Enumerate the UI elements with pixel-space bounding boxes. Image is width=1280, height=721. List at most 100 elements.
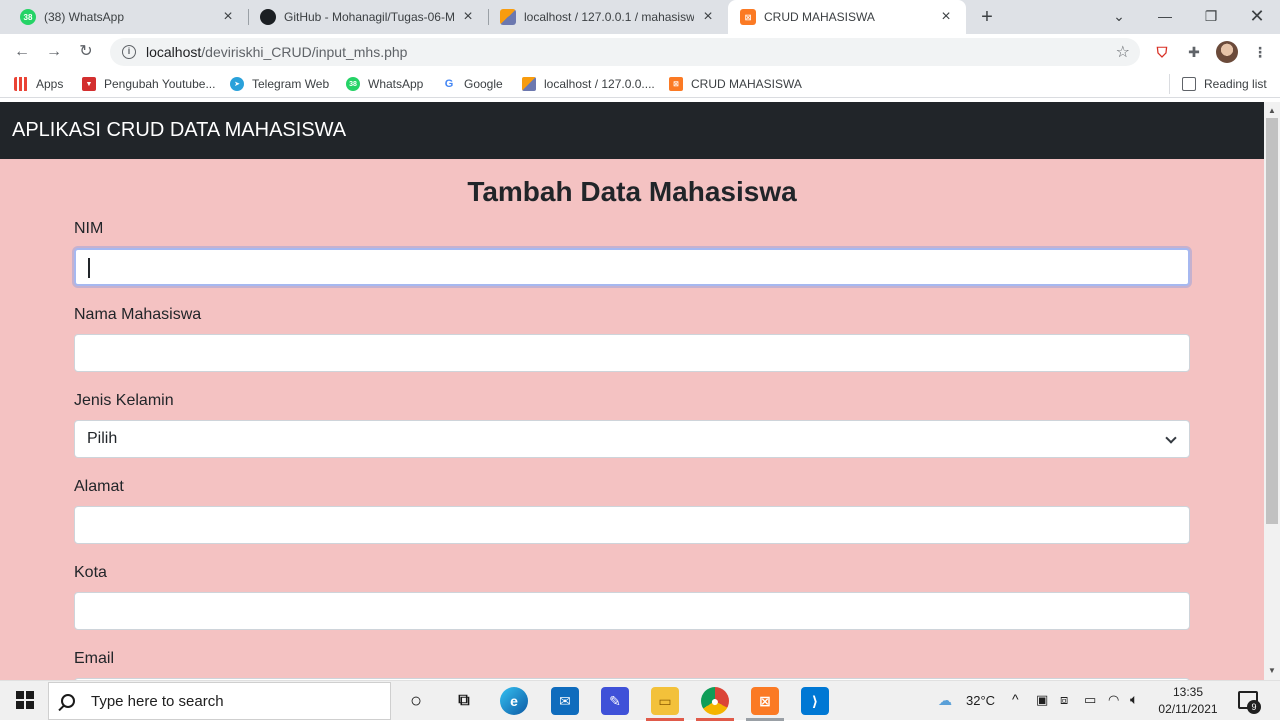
cortana-icon[interactable]: ○ <box>402 687 430 715</box>
app-navbar: APLIKASI CRUD DATA MAHASISWA <box>0 102 1264 159</box>
text-caret <box>88 258 90 278</box>
mail-icon[interactable]: ✉ <box>551 687 579 715</box>
tab-title: GitHub - Mohanagil/Tugas-06-M <box>284 10 454 24</box>
chevron-down-icon <box>1165 432 1177 444</box>
apps-grid-icon <box>14 77 28 91</box>
close-icon[interactable]: × <box>460 8 476 26</box>
site-info-icon[interactable]: i <box>122 45 136 59</box>
close-icon[interactable]: × <box>220 8 236 26</box>
search-placeholder: Type here to search <box>91 692 224 710</box>
bookmark-phpmyadmin[interactable]: localhost / 127.0.0.... <box>522 75 655 93</box>
address-host: localhost <box>146 44 202 60</box>
telegram-icon: ➤ <box>230 77 244 91</box>
jenis-kelamin-label: Jenis Kelamin <box>74 392 174 409</box>
scroll-down-arrow-icon[interactable]: ▼ <box>1264 664 1280 678</box>
weather-temp[interactable]: 32°C <box>966 693 995 708</box>
jenis-kelamin-select[interactable]: Pilih <box>74 420 1190 458</box>
browser-tab-strip: 38 (38) WhatsApp × GitHub - Mohanagil/Tu… <box>0 0 1280 34</box>
profile-avatar[interactable] <box>1216 41 1238 63</box>
close-icon[interactable]: × <box>700 8 716 26</box>
bookmark-youtube-converter[interactable]: ▼ Pengubah Youtube... <box>82 75 215 93</box>
meet-icon[interactable]: ▣ <box>1036 692 1048 708</box>
reload-icon[interactable]: ↻ <box>74 40 98 64</box>
phpmyadmin-icon <box>500 9 516 25</box>
tab-whatsapp[interactable]: 38 (38) WhatsApp × <box>8 0 248 34</box>
taskbar-search-box[interactable]: Type here to search <box>48 682 391 720</box>
code-editor-icon[interactable]: ✎ <box>601 687 629 715</box>
scrollbar-thumb[interactable] <box>1266 118 1278 524</box>
nim-input[interactable] <box>74 248 1190 286</box>
search-icon <box>61 694 75 708</box>
bookmark-label: Pengubah Youtube... <box>104 77 216 91</box>
close-icon[interactable]: × <box>938 8 954 26</box>
wifi-icon[interactable]: ◠ <box>1108 692 1119 708</box>
tab-title: CRUD MAHASISWA <box>764 10 875 24</box>
tab-title: (38) WhatsApp <box>44 10 125 24</box>
file-explorer-icon[interactable]: ▭ <box>651 687 679 715</box>
screen-icon[interactable]: ⧈ <box>1060 692 1068 708</box>
reading-list-icon <box>1182 77 1196 91</box>
tab-search-icon[interactable]: ⌄ <box>1096 0 1142 34</box>
jenis-kelamin-selected: Pilih <box>87 430 118 447</box>
notification-badge: 9 <box>1247 700 1261 714</box>
windows-taskbar: Type here to search ○ ⧉ e ✉ ✎ ▭ ● ⊠ ⟩ ☁ … <box>0 680 1280 721</box>
restore-button[interactable]: ❐ <box>1188 0 1234 34</box>
clock-time: 13:35 <box>1172 685 1204 699</box>
bookmark-crud-mahasiswa[interactable]: ⊠ CRUD MAHASISWA <box>669 75 802 93</box>
whatsapp-icon: 38 <box>346 77 360 91</box>
battery-icon[interactable]: ▭ <box>1084 692 1096 708</box>
bookmark-telegram[interactable]: ➤ Telegram Web <box>230 75 329 93</box>
weather-icon[interactable]: ☁ <box>938 692 952 709</box>
vscode-icon[interactable]: ⟩ <box>801 687 829 715</box>
tab-crud-mahasiswa[interactable]: ⊠ CRUD MAHASISWA × <box>728 0 966 34</box>
page-scrollbar[interactable]: ▲ ▼ <box>1264 102 1280 680</box>
nama-input[interactable] <box>74 334 1190 372</box>
task-view-icon[interactable]: ⧉ <box>450 687 478 715</box>
alamat-input[interactable] <box>74 506 1190 544</box>
chrome-icon[interactable]: ● <box>701 687 729 715</box>
extensions-puzzle-icon[interactable]: ✚ <box>1184 42 1204 62</box>
bookmark-whatsapp[interactable]: 38 WhatsApp <box>346 75 423 93</box>
bookmark-label: WhatsApp <box>368 77 424 91</box>
windows-start-icon[interactable] <box>16 691 34 709</box>
reading-list-label: Reading list <box>1204 77 1267 91</box>
xampp-icon[interactable]: ⊠ <box>751 687 779 715</box>
whatsapp-icon: 38 <box>20 9 36 25</box>
extension-shield-icon[interactable]: ⛉ <box>1152 42 1172 62</box>
back-icon[interactable]: ← <box>10 40 34 64</box>
alamat-label: Alamat <box>74 478 124 495</box>
volume-icon[interactable]: 🔈︎ <box>1130 691 1138 708</box>
nim-label: NIM <box>74 220 104 237</box>
bookmark-star-icon[interactable]: ☆ <box>1116 42 1130 62</box>
bookmark-label: Apps <box>36 77 64 91</box>
tab-github[interactable]: GitHub - Mohanagil/Tugas-06-M × <box>248 0 488 34</box>
edge-browser-icon[interactable]: e <box>500 687 528 715</box>
bookmark-label: Telegram Web <box>252 77 330 91</box>
page-content: APLIKASI CRUD DATA MAHASISWA Tambah Data… <box>0 102 1264 680</box>
clock-date: 02/11/2021 <box>1158 702 1218 716</box>
new-tab-button[interactable]: + <box>974 4 1000 30</box>
address-path: /deviriskhi_CRUD/input_mhs.php <box>201 44 408 60</box>
scroll-up-arrow-icon[interactable]: ▲ <box>1264 104 1280 118</box>
kota-input[interactable] <box>74 592 1190 630</box>
tray-chevron-up-icon[interactable]: ^ <box>1012 691 1019 707</box>
page-title: Tambah Data Mahasiswa <box>467 176 797 207</box>
reading-list-button[interactable]: Reading list <box>1182 75 1267 93</box>
app-brand[interactable]: APLIKASI CRUD DATA MAHASISWA <box>12 119 346 141</box>
close-window-button[interactable]: ✕ <box>1234 0 1280 34</box>
xampp-icon: ⊠ <box>669 77 683 91</box>
address-bar[interactable]: i localhost/deviriskhi_CRUD/input_mhs.ph… <box>110 38 1140 66</box>
google-icon: G <box>442 77 456 91</box>
tab-phpmyadmin[interactable]: localhost / 127.0.0.1 / mahasiswa × <box>488 0 728 34</box>
bookmarks-bar: Apps ▼ Pengubah Youtube... ➤ Telegram We… <box>0 70 1280 98</box>
bookmark-google[interactable]: G Google <box>442 75 503 93</box>
menu-kebab-icon[interactable]: ⋮ <box>1250 42 1270 62</box>
tab-title: localhost / 127.0.0.1 / mahasiswa <box>524 10 694 24</box>
minimize-button[interactable]: — <box>1142 0 1188 34</box>
bookmarks-divider <box>1169 74 1170 94</box>
bookmark-apps[interactable]: Apps <box>14 75 63 93</box>
bookmark-label: Google <box>464 77 503 91</box>
taskbar-clock[interactable]: 13:35 02/11/2021 <box>1152 684 1224 718</box>
forward-icon[interactable]: → <box>42 40 66 64</box>
email-label: Email <box>74 650 115 667</box>
